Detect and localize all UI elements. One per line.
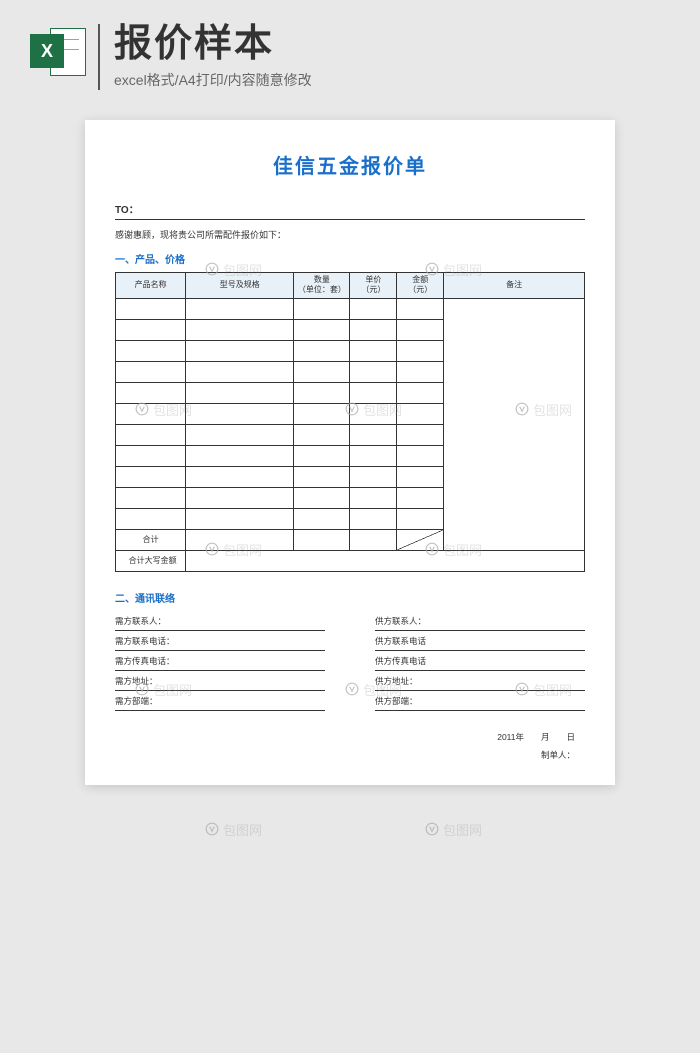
col-amount: 金额 （元） (397, 272, 444, 298)
subtitle: excel格式/A4打印/内容随意修改 (114, 70, 660, 90)
table-header-row: 产品名称 型号及规格 数量 （单位：套） 单价 （元） 金额 （元） 备注 (116, 272, 585, 298)
supplier-contact: 供方联系人： (375, 611, 585, 631)
supplier-dept: 供方部端： (375, 691, 585, 711)
buyer-dept: 需方部端： (115, 691, 325, 711)
page-header: X 报价样本 excel格式/A4打印/内容随意修改 (0, 0, 700, 110)
contact-section: 二、通讯联络 需方联系人： 需方联系电话： 需方传真电话： 需方地址： 需方部端… (115, 590, 585, 711)
total-label: 合计 (116, 529, 186, 550)
document-page: 佳信五金报价单 TO： 感谢惠顾，现将贵公司所需配件报价如下： 一、产品、价格 … (85, 120, 615, 785)
col-model: 型号及规格 (186, 272, 294, 298)
supplier-phone: 供方联系电话 (375, 631, 585, 651)
table-row (116, 298, 585, 319)
buyer-contact: 需方联系人： (115, 611, 325, 631)
col-name: 产品名称 (116, 272, 186, 298)
watermark: 包图网 (425, 820, 482, 839)
footer-maker: 制单人： (115, 749, 585, 761)
document-title: 佳信五金报价单 (115, 150, 585, 179)
col-qty: 数量 （单位：套） (294, 272, 350, 298)
watermark: 包图网 (205, 820, 262, 839)
diagonal-cell (397, 529, 444, 550)
section1-header: 一、产品、价格 (115, 251, 585, 266)
total-text-label: 合计大写金额 (116, 550, 186, 571)
buyer-phone: 需方联系电话： (115, 631, 325, 651)
buyer-column: 需方联系人： 需方联系电话： 需方传真电话： 需方地址： 需方部端： (115, 611, 325, 711)
to-line: TO： (115, 201, 585, 220)
buyer-fax: 需方传真电话： (115, 651, 325, 671)
supplier-column: 供方联系人： 供方联系电话 供方传真电话 供方地址： 供方部端： (375, 611, 585, 711)
supplier-fax: 供方传真电话 (375, 651, 585, 671)
products-table: 产品名称 型号及规格 数量 （单位：套） 单价 （元） 金额 （元） 备注 合计 (115, 272, 585, 572)
section2-header: 二、通讯联络 (115, 590, 585, 605)
col-remark: 备注 (444, 272, 585, 298)
main-title: 报价样本 (114, 24, 660, 66)
supplier-addr: 供方地址： (375, 671, 585, 691)
table-total-text-row: 合计大写金额 (116, 550, 585, 571)
footer-date: 2011年 月 日 (115, 731, 585, 743)
header-text-block: 报价样本 excel格式/A4打印/内容随意修改 (98, 24, 660, 90)
col-price: 单价 （元） (350, 272, 397, 298)
intro-text: 感谢惠顾，现将贵公司所需配件报价如下： (115, 228, 585, 241)
buyer-addr: 需方地址： (115, 671, 325, 691)
excel-icon: X (30, 24, 86, 80)
